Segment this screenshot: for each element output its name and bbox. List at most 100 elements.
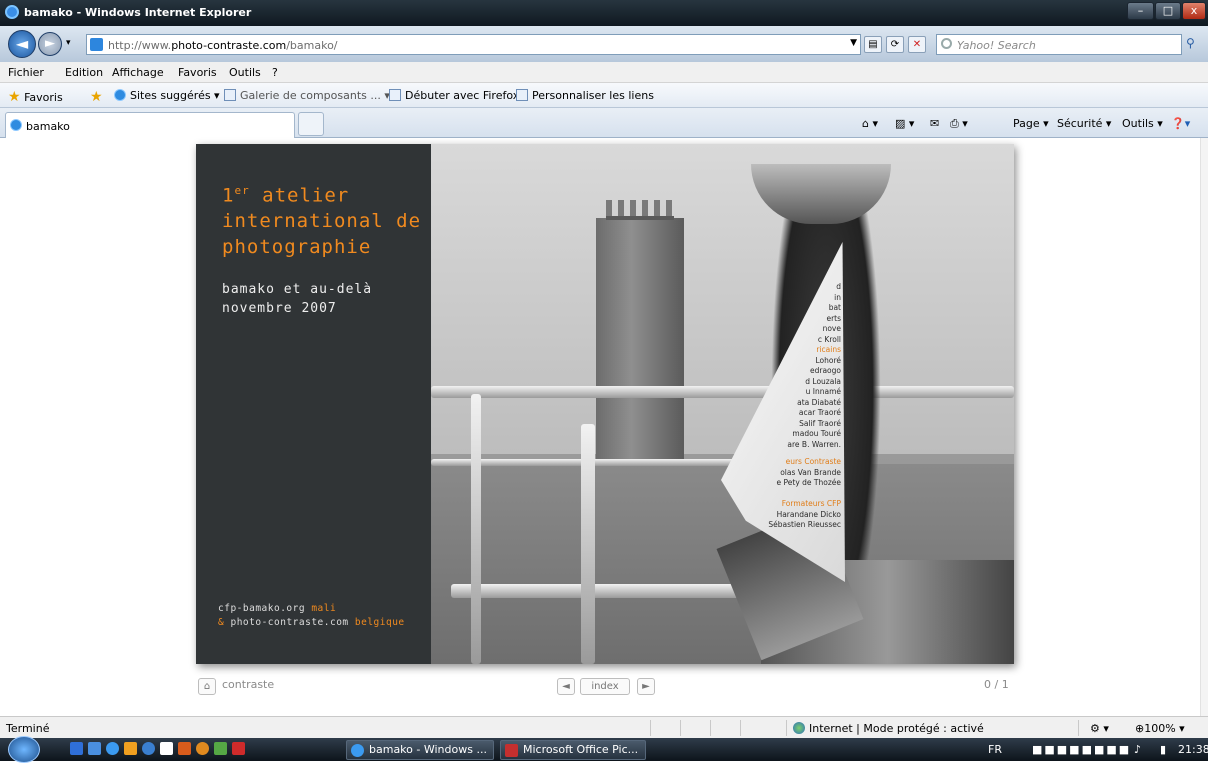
menu-favoris[interactable]: Favoris: [178, 66, 217, 79]
ie-icon: [10, 119, 22, 131]
fav-debuter-firefox[interactable]: Débuter avec Firefox: [389, 89, 519, 102]
ie-logo-icon: [5, 5, 19, 19]
vertical-scrollbar[interactable]: [1200, 138, 1208, 716]
history-dropdown-icon[interactable]: ▾: [66, 38, 71, 48]
photo-sky: [431, 144, 1014, 454]
feeds-icon[interactable]: ▨ ▾: [895, 117, 914, 130]
next-page-button[interactable]: ►: [637, 678, 655, 695]
browser-window: bamako - Windows Internet Explorer – □ x…: [0, 0, 1208, 763]
close-button[interactable]: x: [1182, 2, 1206, 20]
maximize-button[interactable]: □: [1155, 2, 1181, 20]
back-button[interactable]: ◄: [8, 30, 36, 58]
tools-menu[interactable]: Outils ▾: [1122, 117, 1163, 130]
search-field[interactable]: Yahoo! Search: [936, 34, 1182, 55]
page-menu[interactable]: Page ▾: [1013, 117, 1049, 130]
page-icon: [224, 89, 236, 101]
link-cfp-bamako[interactable]: cfp-bamako.org: [218, 603, 305, 614]
window-title: bamako - Windows Internet Explorer: [24, 6, 252, 19]
page-footer-links: cfp-bamako.org mali & photo-contraste.co…: [218, 603, 405, 628]
add-favorite-icon[interactable]: ★: [90, 89, 103, 105]
photo-railing: [471, 394, 481, 664]
search-placeholder: Yahoo! Search: [957, 39, 1036, 52]
fav-sites-suggeres[interactable]: Sites suggérés ▾: [114, 89, 220, 102]
explorer-icon[interactable]: [88, 742, 101, 755]
protected-mode-icon[interactable]: ⚙ ▾: [1090, 722, 1109, 735]
home-nav-button[interactable]: ⌂: [198, 678, 216, 695]
title-bar: bamako - Windows Internet Explorer – □ x: [0, 0, 1208, 26]
app-icon[interactable]: [232, 742, 245, 755]
taskbar: bamako - Windows ... Microsoft Office Pi…: [0, 736, 1208, 763]
refresh-icon[interactable]: ⟳: [886, 36, 904, 53]
volume-icon[interactable]: ♪: [1134, 743, 1141, 756]
photo-book: 1er atelier international de photographie …: [196, 144, 1014, 664]
language-indicator[interactable]: FR: [988, 743, 1002, 756]
tray-icons[interactable]: ■■■■■■■■: [1032, 743, 1131, 756]
menu-outils[interactable]: Outils: [229, 66, 261, 79]
link-photo-contraste[interactable]: photo-contraste.com: [230, 617, 348, 628]
forward-button[interactable]: ►: [38, 32, 62, 56]
address-toolbar: ◄ ► ▾ http://www.photo-contraste.com/bam…: [0, 26, 1208, 62]
address-field[interactable]: http://www.photo-contraste.com/bamako/ ▼: [86, 34, 861, 55]
ie-quicklaunch-icon[interactable]: [106, 742, 119, 755]
home-icon[interactable]: ⌂ ▾: [862, 117, 878, 130]
start-button[interactable]: [8, 736, 40, 763]
media-icon[interactable]: [124, 742, 137, 755]
menu-help[interactable]: ?: [272, 66, 278, 79]
task-office-picture[interactable]: Microsoft Office Pic...: [500, 740, 646, 760]
cover-photo[interactable]: d in bat erts nove c Kroll ricains Lohoré edra…: [431, 144, 1014, 664]
address-dropdown-icon[interactable]: ▼: [850, 38, 857, 48]
firefox-icon[interactable]: [196, 742, 209, 755]
photo-railing: [581, 424, 595, 664]
star-icon: ★: [8, 89, 21, 105]
search-quicklaunch-icon[interactable]: [142, 742, 155, 755]
menu-fichier[interactable]: Fichier: [8, 66, 44, 79]
app-icon[interactable]: [160, 742, 173, 755]
page-counter: 0 / 1: [984, 678, 1009, 691]
security-menu[interactable]: Sécurité ▾: [1057, 117, 1111, 130]
zoom-control[interactable]: ⊕100% ▾: [1135, 722, 1185, 735]
menu-edition[interactable]: Edition: [65, 66, 103, 79]
page-icon: [90, 38, 103, 51]
status-bar: Terminé Internet | Mode protégé : activé…: [0, 716, 1208, 738]
power-icon[interactable]: ▮: [1160, 743, 1166, 756]
photo-tower: [596, 200, 684, 468]
tab-bamako[interactable]: bamako: [5, 112, 295, 138]
print-icon[interactable]: ⎙ ▾: [950, 117, 968, 131]
page-subtitle: bamako et au-delà novembre 2007: [222, 282, 373, 316]
fav-personnaliser[interactable]: Personnaliser les liens: [516, 89, 654, 102]
task-ie[interactable]: bamako - Windows ...: [346, 740, 494, 760]
search-icon: [941, 38, 952, 49]
photo-railing: [431, 386, 1014, 398]
prev-page-button[interactable]: ◄: [557, 678, 575, 695]
page-icon: [389, 89, 401, 101]
address-url: http://www.photo-contraste.com/bamako/: [108, 39, 338, 52]
credits-list-bottom: eurs Contraste olas Van Brande e Pety de …: [768, 457, 841, 529]
show-desktop-icon[interactable]: [70, 742, 83, 755]
index-button[interactable]: index: [580, 678, 630, 695]
book-title-panel: 1er atelier international de photographie …: [196, 144, 431, 664]
menu-affichage[interactable]: Affichage: [112, 66, 164, 79]
clock[interactable]: 21:38: [1178, 743, 1208, 756]
page-icon: [516, 89, 528, 101]
compatibility-icon[interactable]: ▤: [864, 36, 882, 53]
help-icon[interactable]: ❓▾: [1171, 117, 1190, 130]
status-text: Terminé: [6, 722, 50, 735]
ie-icon: [351, 744, 364, 757]
home-nav-label[interactable]: contraste: [222, 678, 274, 691]
globe-icon: [793, 722, 805, 734]
ie-icon: [114, 89, 126, 101]
page-title: 1er atelier international de photographie: [222, 184, 422, 259]
minimize-button[interactable]: –: [1127, 2, 1154, 20]
security-zone[interactable]: Internet | Mode protégé : activé: [793, 722, 984, 735]
fav-galerie[interactable]: Galerie de composants ... ▾: [224, 89, 390, 102]
favorites-button[interactable]: ★ Favoris: [8, 89, 63, 105]
stop-icon[interactable]: ✕: [908, 36, 926, 53]
app-icon[interactable]: [214, 742, 227, 755]
favorites-bar: ★ Favoris ★ Sites suggérés ▾ Galerie de …: [0, 83, 1208, 108]
app-icon[interactable]: [178, 742, 191, 755]
search-button[interactable]: ⚲: [1186, 36, 1195, 50]
tab-bar: bamako ⌂ ▾ ▨ ▾ ✉ ⎙ ▾ Page ▾ Sécurité ▾ O…: [0, 108, 1208, 138]
office-picture-icon: [505, 744, 518, 757]
new-tab-button[interactable]: [298, 112, 324, 136]
mail-icon[interactable]: ✉: [930, 117, 939, 130]
